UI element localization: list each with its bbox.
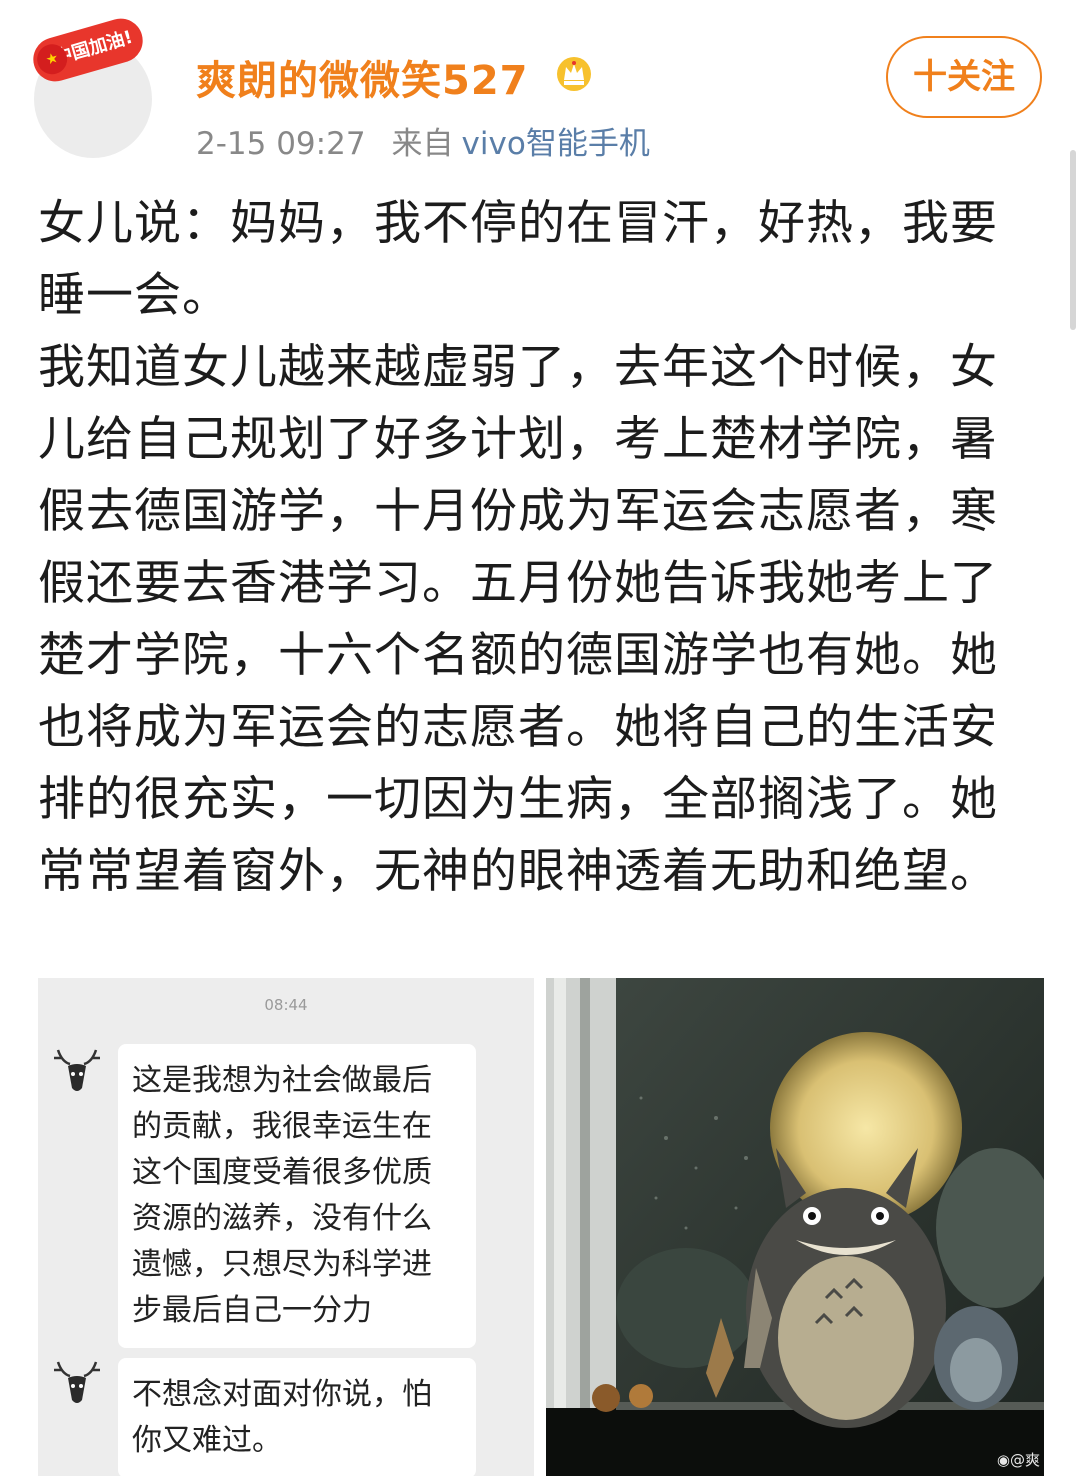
chat-line: 遗憾，只想尽为科学进 [132, 1247, 432, 1282]
chat-bubble: 这是我想为社会做最后 的贡献，我很幸运生在 这个国度受着很多优质 资源的滋养，没… [118, 1044, 476, 1348]
deer-avatar-icon [48, 1356, 106, 1414]
follow-button[interactable]: 十关注 [886, 36, 1042, 118]
post-paragraph: 女儿说：妈妈，我不停的在冒汗，好热，我要睡一会。 [38, 196, 998, 323]
post-meta: 2-15 09:27 来自 vivo智能手机 [196, 118, 650, 163]
watermark: ◉@爽 [997, 1449, 1040, 1470]
chat-time: 08:44 [264, 996, 308, 1014]
chat-line: 的贡献，我很幸运生在 [132, 1109, 432, 1144]
chat-line: 这是我想为社会做最后 [132, 1063, 432, 1098]
post-timestamp: 2-15 09:27 [196, 126, 366, 162]
weibo-logo-icon: ◉ [996, 1451, 1010, 1469]
post-paragraph: 我知道女儿越来越虚弱了，去年这个时候，女儿给自己规划了好多计划，考上楚材学院，暑… [38, 340, 998, 899]
chat-screenshot-image[interactable]: 08:44 这是我想为社会做最后 的贡献，我很幸运生在 这个国度受着很多优质 资… [38, 978, 534, 1476]
window-photo-illustration [546, 978, 1044, 1476]
chat-line: 步最后自己一分力 [132, 1293, 372, 1328]
scrollbar[interactable] [1070, 150, 1076, 330]
chat-line: 这个国度受着很多优质 [132, 1155, 432, 1190]
watermark-text: @爽 [1009, 1451, 1040, 1469]
weibo-post: ★ 中国加油! 爽朗的微微笑527 2-15 09:27 来自 vivo智能手机 十… [0, 0, 1080, 1482]
window-photo-image[interactable]: ◉@爽 [546, 978, 1044, 1476]
deer-avatar-icon [48, 1044, 106, 1102]
from-label: 来自 [391, 126, 454, 162]
chat-line: 你又难过。 [132, 1423, 282, 1458]
chat-line: 不想念对面对你说，怕 [132, 1377, 432, 1412]
device-link[interactable]: vivo智能手机 [462, 126, 650, 162]
username[interactable]: 爽朗的微微笑527 [196, 48, 529, 106]
crown-icon [557, 57, 591, 91]
chat-bubble: 不想念对面对你说，怕 你又难过。 [118, 1358, 476, 1476]
chat-line: 资源的滋养，没有什么 [132, 1201, 432, 1236]
post-text: 女儿说：妈妈，我不停的在冒汗，好热，我要睡一会。 我知道女儿越来越虚弱了，去年这… [38, 188, 1038, 908]
